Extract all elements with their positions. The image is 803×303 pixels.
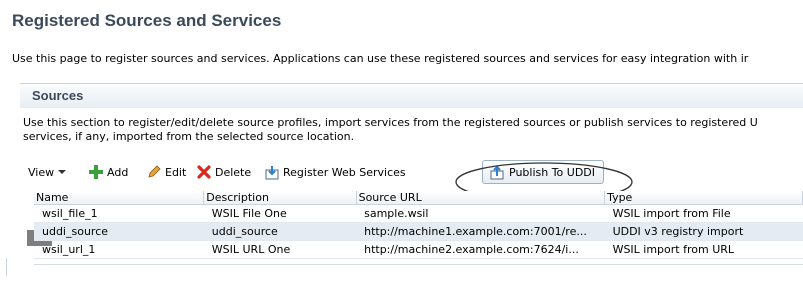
publish-label: Publish To UDDI (509, 165, 596, 179)
chevron-down-icon (58, 170, 67, 174)
table-header-row: Name Description Source URL Type (34, 191, 803, 205)
add-label: Add (107, 165, 129, 179)
publish-to-uddi-button[interactable]: Publish To UDDI (482, 160, 605, 184)
delete-label: Delete (215, 165, 252, 179)
column-header-source-url[interactable]: Source URL (356, 191, 606, 205)
page-title: Registered Sources and Services (12, 11, 282, 30)
edit-label: Edit (165, 165, 187, 179)
left-border (6, 258, 7, 276)
section-description-line-1: Use this section to register/edit/delete… (23, 116, 758, 129)
column-header-description[interactable]: Description (203, 191, 357, 205)
table-row[interactable]: uddi_source uddi_source http://machine1.… (34, 222, 803, 241)
delete-button[interactable]: Delete (196, 161, 251, 183)
cell-description: uddi_source (203, 222, 357, 241)
register-icon (265, 166, 279, 180)
plus-icon (89, 165, 103, 179)
upload-icon (490, 165, 504, 180)
section-title: Sources (32, 88, 84, 103)
page-description: Use this page to register sources and se… (12, 52, 749, 65)
register-label: Register Web Services (283, 165, 406, 179)
cell-type: UDDI v3 registry import (604, 222, 803, 241)
cell-type: WSIL import from URL (604, 240, 803, 259)
column-header-name[interactable]: Name (34, 191, 205, 205)
cell-description: WSIL File One (203, 204, 357, 223)
cell-name: wsil_url_1 (34, 240, 204, 259)
section-description: Use this section to register/edit/delete… (23, 116, 803, 144)
table-bottom-divider (34, 264, 803, 265)
table-row[interactable]: wsil_file_1 WSIL File One sample.wsil WS… (34, 204, 803, 223)
x-icon (197, 165, 211, 179)
sources-section-header: Sources (20, 83, 803, 108)
cell-source-url: sample.wsil (356, 204, 605, 223)
add-button[interactable]: Add (88, 161, 128, 183)
view-label: View (28, 165, 55, 179)
table-row[interactable]: wsil_url_1 WSIL URL One http://machine2.… (34, 240, 803, 259)
cell-type: WSIL import from File (604, 204, 803, 223)
cell-source-url: http://machine1.example.com:7001/re... (356, 222, 605, 241)
cell-description: WSIL URL One (203, 240, 357, 259)
register-web-services-button[interactable]: Register Web Services (264, 161, 406, 183)
cell-source-url: http://machine2.example.com:7624/i... (356, 240, 605, 259)
edit-button[interactable]: Edit (146, 161, 186, 183)
cell-name: wsil_file_1 (34, 204, 204, 223)
pencil-icon (148, 165, 161, 178)
cell-name: uddi_source (34, 222, 204, 241)
sources-table: Name Description Source URL Type wsil_fi… (34, 191, 803, 259)
section-description-line-2: services, if any, imported from the sele… (23, 130, 355, 143)
column-header-type[interactable]: Type (604, 191, 803, 205)
view-menu[interactable]: View (28, 161, 70, 183)
